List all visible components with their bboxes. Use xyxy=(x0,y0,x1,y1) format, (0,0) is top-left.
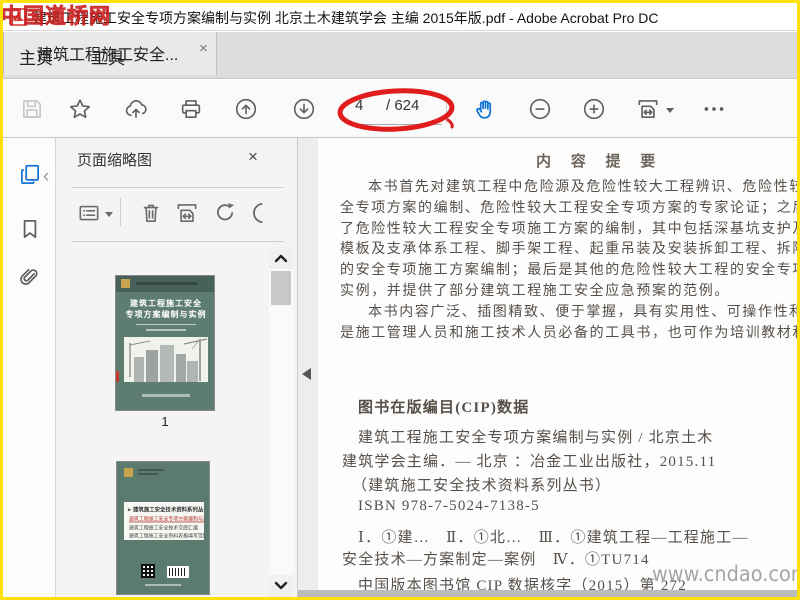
series-header: ➤ 建筑施工安全技术资料系列丛书 xyxy=(127,507,204,514)
back-cover-text-bar xyxy=(138,469,164,471)
thumbnail-page-1[interactable]: 建筑工程施工安全 专项方案编制与实例 xyxy=(115,275,215,411)
paragraph-line: 的安全专项施工方案编制；最后是其他的危险性较大工程的安全专项施工方案 xyxy=(340,263,797,279)
save-icon[interactable] xyxy=(19,96,45,122)
zoom-out-icon[interactable] xyxy=(527,96,553,122)
publisher-logo-bar xyxy=(142,394,190,397)
series-book-2: 建筑工程施工安全技术交底汇编 xyxy=(129,526,198,532)
paragraph-line: 模板及支承体系工程、脚手架工程、起重吊装及安装拆卸工程、拆除爆破工程 xyxy=(340,242,797,258)
pdf-page: 内 容 提 要 本书首先对建筑工程中危险源及危险性较大工程辨识、危险性较大工程安… xyxy=(318,138,797,593)
series-list-box: ➤ 建筑施工安全技术资料系列丛书 建筑工程施工安全专项方案编制与实例 建筑工程施… xyxy=(124,502,204,540)
series-book-1: 建筑工程施工安全专项方案编制与实例 xyxy=(129,517,204,523)
paragraph-line: 本书内容广泛、插图精致、便于掌握，具有实用性、可操作性和指导性， xyxy=(368,304,797,320)
cloud-upload-icon[interactable] xyxy=(123,96,149,122)
scrollbar-down-icon[interactable] xyxy=(269,575,293,597)
paragraph-line: 是施工管理人员和施工技术人员必备的工具书，也可作为培训教材和参考书。 xyxy=(340,325,797,341)
panel-divider xyxy=(72,187,284,188)
fit-width-caret-icon[interactable] xyxy=(666,108,674,113)
paragraph-line: 实例，并提供了部分建筑工程施工安全应急预案的范例。 xyxy=(340,283,730,299)
navigation-rail: ‹ xyxy=(3,138,56,597)
more-tools-icon[interactable] xyxy=(701,96,727,122)
panel-options-icon[interactable] xyxy=(76,200,102,226)
cover-title-line1: 建筑工程施工安全 xyxy=(130,299,202,308)
panel-title: 页面缩略图 xyxy=(77,152,153,169)
back-cover-text-bar xyxy=(138,473,158,475)
acrobat-window: 建筑工程施工安全专项方案编制与实例 北京土木建筑学会 主编 2015年版.pdf… xyxy=(0,0,800,600)
cover-photo xyxy=(124,337,208,382)
series-book-3: 建筑工程施工安全资料表格填写范例 xyxy=(129,534,204,540)
page-thumbnails-panel: 页面缩略图 × 建筑工程施工安全 专项方案编制与实例 1 ➤ 建筑施工安全技术资… xyxy=(56,138,298,597)
summary-paragraphs: 本书首先对建筑工程中危险源及危险性较大工程辨识、危险性较大工程安 全专项方案的编… xyxy=(340,178,797,344)
page-field-underline xyxy=(350,124,442,125)
panel-options-caret-icon[interactable] xyxy=(105,212,113,217)
series-logo xyxy=(121,279,130,288)
page-thumbnails-icon[interactable] xyxy=(17,162,43,188)
isbn-line: ISBN 978-7-5024-7138-5 xyxy=(358,498,540,514)
toolbar-separator xyxy=(446,94,447,124)
fit-width-icon[interactable] xyxy=(635,96,661,122)
cip-line: 建筑工程施工安全专项方案编制与实例 / 北京土木 xyxy=(358,430,714,446)
paragraph-line: 全专项方案的编制、危险性较大工程安全专项方案的专家论证；之后着重讲解 xyxy=(340,200,797,216)
scrollbar-up-icon[interactable] xyxy=(269,247,293,269)
page-heading: 内 容 提 要 xyxy=(536,154,664,170)
cip-classification-line: Ⅰ．①建… Ⅱ．①北… Ⅲ．①建筑工程—工程施工— xyxy=(358,530,749,546)
star-icon[interactable] xyxy=(67,96,93,122)
back-cover-bottom-bar xyxy=(145,584,181,586)
zoom-in-icon[interactable] xyxy=(581,96,607,122)
cip-classification-line: 安全技术—方案制定—案例 Ⅳ．①TU714 xyxy=(342,552,650,568)
cip-heading: 图书在版编目(CIP)数据 xyxy=(358,400,530,416)
tab-bar: 主页 工具 建筑工程施工安全... × xyxy=(3,32,797,79)
paragraph-line: 了危险性较大工程安全专项施工方案的编制，其中包括深基坑支护及降水工程、 xyxy=(340,221,797,237)
panel-attach-chevron-icon: ‹ xyxy=(43,166,50,187)
rotate-counterclockwise-icon[interactable] xyxy=(212,200,238,226)
main-toolbar: 4 / 624 xyxy=(3,80,797,138)
cip-line: 建筑学会主编．— 北京 ：冶金工业出版社，2015.11 xyxy=(342,454,717,470)
rotate-clockwise-icon[interactable] xyxy=(252,200,270,226)
thumbnail-page-2[interactable]: ➤ 建筑施工安全技术资料系列丛书 建筑工程施工安全专项方案编制与实例 建筑工程施… xyxy=(116,461,210,595)
barcode xyxy=(167,566,189,578)
panel-close-icon[interactable]: × xyxy=(248,147,258,167)
cover-byline-bar xyxy=(146,329,186,331)
delete-pages-icon[interactable] xyxy=(138,200,164,226)
horizontal-scrollbar[interactable] xyxy=(298,590,797,597)
collapse-panel-arrow[interactable] xyxy=(302,368,311,380)
panel-scrollbar-thumb[interactable] xyxy=(271,271,291,305)
tab-document-label: 建筑工程施工安全... xyxy=(37,47,179,64)
paragraph-line: 本书首先对建筑工程中危险源及危险性较大工程辨识、危险性较大工程安 xyxy=(368,180,797,195)
qr-code xyxy=(141,564,155,578)
print-icon[interactable] xyxy=(178,96,204,122)
site-watermark-bottom: www.cndao.com xyxy=(652,562,797,586)
site-watermark-top: 中国道桥网 xyxy=(1,3,111,28)
panel-divider xyxy=(72,241,284,242)
panel-toolbar-separator xyxy=(120,198,121,226)
page-total-label: / 624 xyxy=(386,97,420,114)
document-area: 内 容 提 要 本书首先对建筑工程中危险源及危险性较大工程辨识、危险性较大工程安… xyxy=(298,138,797,597)
resize-pages-icon[interactable] xyxy=(174,200,200,226)
close-tab-icon[interactable]: × xyxy=(199,40,208,57)
back-cover-seal xyxy=(124,468,133,477)
page-number-input[interactable]: 4 xyxy=(355,97,363,114)
cover-title-line2: 专项方案编制与实例 xyxy=(125,310,207,319)
attachments-icon[interactable] xyxy=(17,266,43,292)
previous-page-icon[interactable] xyxy=(233,96,259,122)
bookmarks-icon[interactable] xyxy=(17,216,43,242)
next-page-icon[interactable] xyxy=(291,96,317,122)
cover-rule xyxy=(136,324,196,325)
cip-line: （建筑施工安全技术资料系列丛书） xyxy=(352,478,612,494)
title-bar: 建筑工程施工安全专项方案编制与实例 北京土木建筑学会 主编 2015年版.pdf… xyxy=(3,3,797,31)
series-text-bar xyxy=(136,282,198,285)
thumbnail-page-1-number: 1 xyxy=(161,414,169,429)
window-title: 建筑工程施工安全专项方案编制与实例 北京土木建筑学会 主编 2015年版.pdf… xyxy=(33,10,659,26)
hand-tool-icon[interactable] xyxy=(473,96,499,122)
cover-red-mark xyxy=(116,371,119,382)
